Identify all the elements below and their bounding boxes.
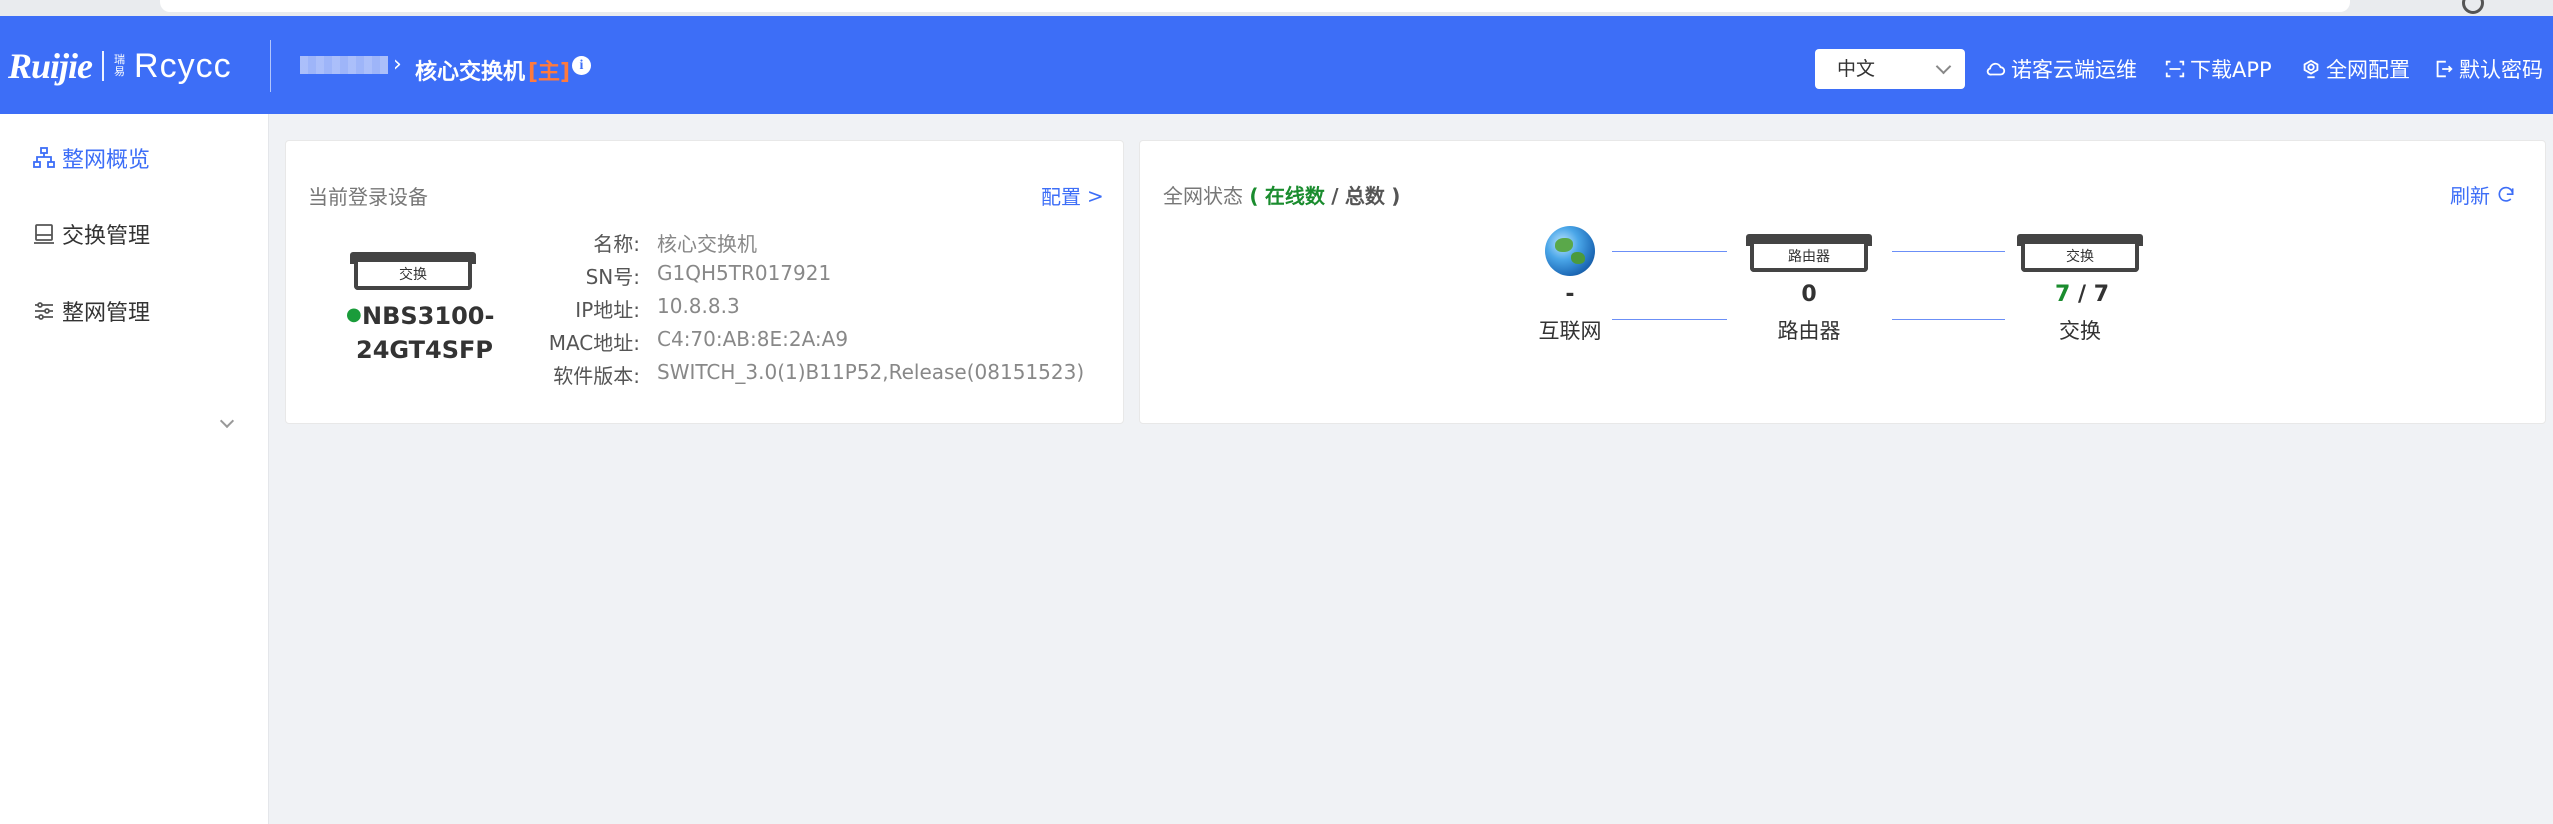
internet-globe-icon xyxy=(1545,226,1595,276)
breadcrumb-master-tag: [主] xyxy=(528,60,571,85)
switch-count: 7 / 7 xyxy=(2055,282,2109,307)
info-key: MAC地址: xyxy=(548,331,640,355)
title-paren-close: ) xyxy=(1391,184,1401,208)
switch-device-image: 交换 xyxy=(350,252,476,292)
switch-online-count: 7 xyxy=(2055,282,2071,307)
switch-group-image[interactable]: 交换 xyxy=(2017,234,2143,274)
sidebar-item-network-management[interactable]: 整网管理 xyxy=(32,293,150,329)
config-link[interactable]: 配置 > xyxy=(1041,181,1104,210)
logo-ruijie: Ruijie xyxy=(8,46,93,86)
info-icon[interactable]: i xyxy=(572,56,591,75)
internet-label: 互联网 xyxy=(1538,319,1602,343)
logout-icon xyxy=(2436,60,2453,78)
network-config-label: 全网配置 xyxy=(2326,58,2410,82)
header-divider xyxy=(270,40,271,92)
sidebar-item-label: 整网管理 xyxy=(62,301,151,326)
sidebar-item-switch-management[interactable]: 交换管理 xyxy=(32,216,150,252)
refresh-label: 刷新 xyxy=(2450,184,2490,208)
network-config-link[interactable]: 全网配置 xyxy=(2300,54,2410,84)
info-value: C4:70:AB:8E:2A:A9 xyxy=(657,327,849,351)
address-bar[interactable] xyxy=(160,0,2350,12)
link-line xyxy=(1892,319,2005,320)
switch-image-label: 交换 xyxy=(399,267,427,283)
info-key: IP地址: xyxy=(575,298,640,322)
sidebar-item-label: 整网概览 xyxy=(62,148,151,173)
browser-profile-icon[interactable] xyxy=(2462,0,2484,14)
info-key: 名称: xyxy=(593,232,640,256)
network-status-label: 全网状态 xyxy=(1163,184,1243,208)
router-label: 路由器 xyxy=(1777,319,1841,343)
breadcrumb-redacted-network[interactable] xyxy=(300,56,388,74)
cloud-ops-label: 诺客云端运维 xyxy=(2011,58,2137,82)
title-slash: / xyxy=(1331,184,1339,208)
title-paren-open: ( xyxy=(1249,184,1259,208)
online-count-label: 在线数 xyxy=(1264,184,1325,208)
brand-logo[interactable]: Ruijie 瑞易 Rcycc xyxy=(8,46,232,86)
download-app-label: 下载APP xyxy=(2190,58,2272,82)
current-device-title: 当前登录设备 xyxy=(308,185,428,209)
internet-value: - xyxy=(1565,282,1575,307)
breadcrumb-separator-icon: › xyxy=(393,52,402,77)
language-select-value: 中文 xyxy=(1837,58,1876,80)
default-password-link[interactable]: 默认密码 xyxy=(2433,54,2543,84)
link-line xyxy=(1612,251,1727,252)
info-value: SWITCH_3.0(1)B11P52,Release(08151523) xyxy=(657,360,1085,384)
sidebar-item-label: 交换管理 xyxy=(62,224,151,249)
info-value: G1QH5TR017921 xyxy=(657,261,832,285)
info-value: 核心交换机 xyxy=(657,232,757,256)
network-status-title: 全网状态 ( 在线数 / 总数 ) xyxy=(1163,180,1400,209)
link-line xyxy=(1892,251,2005,252)
info-key: 软件版本: xyxy=(553,364,640,388)
top-header: Ruijie 瑞易 Rcycc › 核心交换机 [主] i 中文 诺客云端运维 … xyxy=(0,16,2553,114)
link-line xyxy=(1612,319,1727,320)
router-image-label: 路由器 xyxy=(1788,249,1830,265)
info-key: SN号: xyxy=(585,265,640,289)
switch-label: 交换 xyxy=(2059,319,2101,343)
device-model-line1: NBS3100- xyxy=(362,302,495,330)
refresh-button[interactable]: 刷新 xyxy=(2450,180,2516,209)
logo-divider xyxy=(102,51,105,81)
switch-device-icon xyxy=(34,224,54,244)
switch-count-separator: / xyxy=(2077,282,2087,307)
chevron-down-icon[interactable] xyxy=(219,413,235,429)
network-config-icon xyxy=(2303,59,2319,79)
config-link-label: 配置 xyxy=(1041,185,1081,209)
default-password-label: 默认密码 xyxy=(2459,58,2543,82)
breadcrumb-device-name: 核心交换机 xyxy=(415,60,526,85)
sliders-icon xyxy=(35,302,53,320)
device-model-line2: 24GT4SFP xyxy=(356,336,494,364)
sidebar-item-overview[interactable]: 整网概览 xyxy=(32,140,150,176)
download-app-link[interactable]: 下载APP xyxy=(2164,54,2272,84)
logo-reyee: Rcycc xyxy=(134,46,232,85)
cloud-ops-link[interactable]: 诺客云端运维 xyxy=(1985,54,2137,84)
chevron-right-icon: > xyxy=(1087,183,1104,208)
sidebar: 整网概览 交换管理 整网管理 xyxy=(0,114,269,824)
switch-group-image-label: 交换 xyxy=(2066,249,2094,265)
online-status-dot: ● xyxy=(346,304,362,325)
browser-address-strip xyxy=(0,0,2553,16)
switch-total-count: 7 xyxy=(2093,282,2110,307)
info-value: 10.8.8.3 xyxy=(657,294,740,318)
chevron-down-icon xyxy=(1935,58,1952,75)
router-count: 0 xyxy=(1801,282,1817,307)
router-device-image[interactable]: 路由器 xyxy=(1746,234,1872,274)
total-count-label: 总数 xyxy=(1344,184,1385,208)
logo-small-text: 瑞易 xyxy=(114,53,126,78)
refresh-icon xyxy=(2498,186,2514,202)
topology-icon xyxy=(33,147,55,168)
scan-icon xyxy=(2165,60,2185,78)
cloud-icon xyxy=(1986,62,2006,76)
language-select[interactable]: 中文 xyxy=(1815,49,1965,89)
